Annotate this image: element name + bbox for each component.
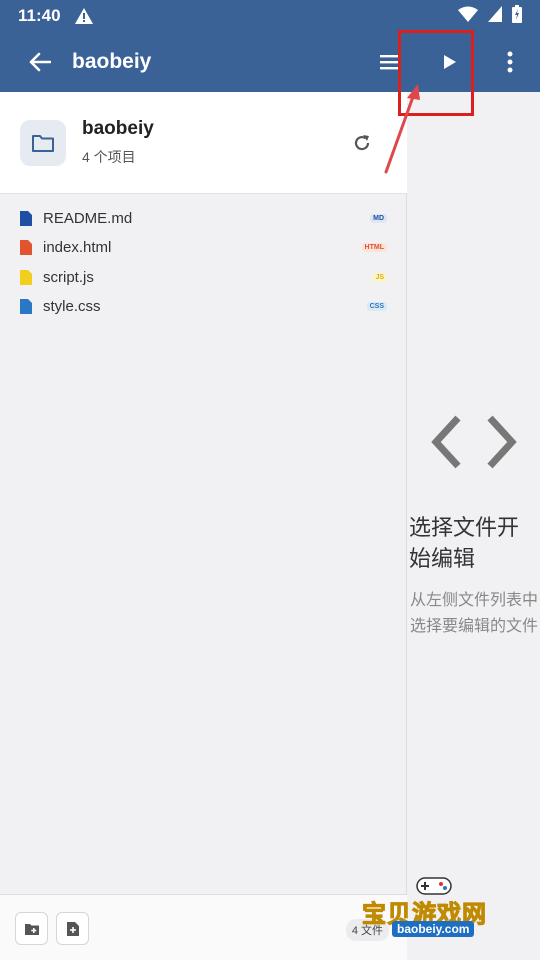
battery-icon <box>512 4 522 28</box>
folder-name: baobeiy <box>82 118 154 139</box>
watermark-logo: 宝贝游戏网 baobeiy.com <box>362 872 512 942</box>
file-name: style.css <box>43 298 101 316</box>
file-type-badge: HTML <box>361 243 387 253</box>
file-icon <box>20 269 32 285</box>
gamepad-icon <box>416 877 452 895</box>
file-item-style-css[interactable]: style.css CSS <box>0 292 407 321</box>
more-vert-icon <box>507 51 513 73</box>
folder-item-count: 4 个项目 <box>82 149 136 165</box>
code-icon <box>431 415 517 469</box>
signal-icon <box>488 5 502 27</box>
folder-icon <box>20 119 66 166</box>
editor-panel: 选择文件开始编辑 从左侧文件列表中选择要编辑的文件 <box>408 92 540 960</box>
create-folder-icon <box>24 923 39 935</box>
back-button[interactable] <box>10 32 70 92</box>
status-time: 11:40 <box>18 6 61 25</box>
file-type-badge: JS <box>372 272 387 282</box>
arrow-left-icon <box>29 52 51 72</box>
file-list: README.md MD index.html HTML script.js J… <box>0 204 407 321</box>
file-type-badge: MD <box>370 214 387 224</box>
file-item-script-js[interactable]: script.js JS <box>0 263 407 292</box>
new-file-button[interactable] <box>56 912 89 945</box>
watermark-url: baobeiy.com <box>392 921 475 937</box>
warning-icon <box>74 8 93 24</box>
refresh-button[interactable] <box>349 130 375 156</box>
file-icon <box>20 299 32 315</box>
create-file-icon <box>66 921 79 936</box>
more-options-button[interactable] <box>480 32 540 92</box>
folder-header: baobeiy 4 个项目 <box>0 92 407 194</box>
file-name: index.html <box>43 239 112 257</box>
annotation-arrow-icon <box>384 84 420 174</box>
file-item-readme[interactable]: README.md MD <box>0 204 407 233</box>
status-bar: 11:40 <box>0 0 540 32</box>
file-name: README.md <box>43 210 133 228</box>
file-explorer-panel: baobeiy 4 个项目 README.md MD index.html HT… <box>0 92 407 960</box>
file-icon <box>20 211 32 227</box>
empty-editor-subtitle: 从左侧文件列表中选择要编辑的文件 <box>409 592 538 635</box>
file-type-badge: CSS <box>366 302 387 312</box>
new-folder-button[interactable] <box>15 912 48 945</box>
empty-editor-title: 选择文件开始编辑 <box>409 515 520 571</box>
file-icon <box>20 240 32 256</box>
page-title: baobeiy <box>72 50 152 73</box>
file-item-index-html[interactable]: index.html HTML <box>0 233 407 262</box>
file-name: script.js <box>43 268 94 286</box>
bottom-toolbar: 4 文件 <box>0 894 407 960</box>
refresh-icon <box>354 135 370 151</box>
wifi-icon <box>458 6 478 27</box>
